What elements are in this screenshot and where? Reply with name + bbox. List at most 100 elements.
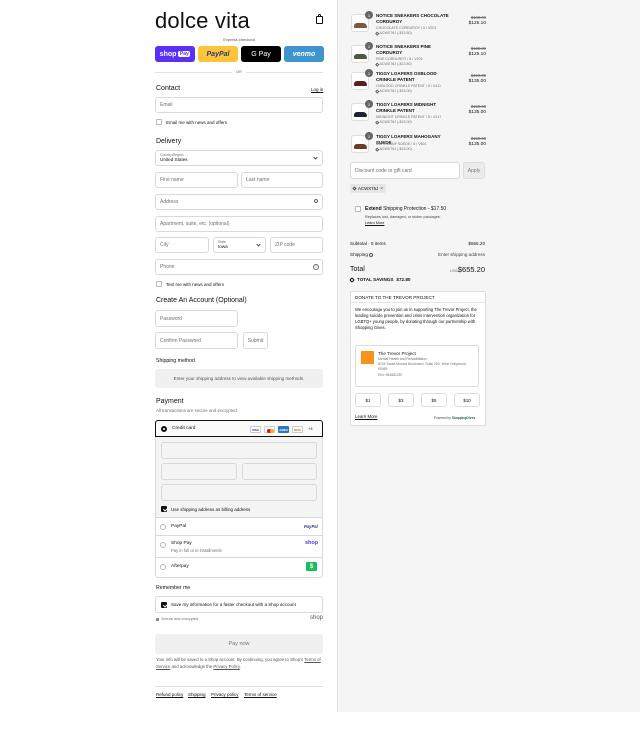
- paypal-radio[interactable]: [160, 524, 166, 530]
- product-discount: ACWX76J (-$15.00): [375, 120, 412, 124]
- original-price: $150.00: [470, 136, 486, 141]
- protection-learn-more-link[interactable]: Learn More: [365, 221, 384, 225]
- amex-icon: AMEX: [278, 426, 289, 433]
- card-name-field[interactable]: [161, 484, 317, 501]
- shop-pay-option[interactable]: Shop Pay Pay in full or in installments …: [156, 536, 322, 558]
- apartment-field[interactable]: Apartment, suite, etc. (optional): [155, 216, 323, 232]
- product-name: NOTICE SNEAKERS CHOCOLATE CORDUROY: [376, 13, 449, 24]
- donation-learn-more-link[interactable]: Learn More: [355, 414, 377, 419]
- legal-end: .: [239, 663, 241, 669]
- afterpay-option[interactable]: Afterpay $: [156, 558, 322, 577]
- charity-card[interactable]: The Trevor Project Mental Health and Reh…: [355, 345, 479, 387]
- afterpay-radio[interactable]: [160, 564, 166, 570]
- apply-discount-button[interactable]: Apply: [463, 162, 485, 179]
- discount-code-field[interactable]: Discount code or gift card: [350, 162, 460, 179]
- card-expiry-field[interactable]: [161, 463, 237, 480]
- quantity-badge: 1: [365, 69, 373, 77]
- product-variant: OXBLOOD CRINKLE PATENT / 5 / V411: [376, 84, 442, 88]
- original-price: $150.00: [470, 73, 486, 78]
- shipping-method-placeholder: Enter your shipping address to view avai…: [155, 369, 323, 388]
- close-icon[interactable]: ×: [380, 186, 383, 192]
- paypal-label: PayPal: [206, 50, 230, 58]
- first-name-field[interactable]: First name: [155, 172, 238, 188]
- refund-policy-link[interactable]: Refund policy: [156, 692, 183, 697]
- legal-line: Your info will be saved to a Shop accoun…: [156, 657, 304, 662]
- shop-pay-sub-label: Pay in full or in installments: [171, 548, 222, 553]
- visa-icon: VISA: [250, 426, 261, 433]
- card-number-field[interactable]: [161, 442, 317, 459]
- remember-box: Save my information for a faster checkou…: [155, 596, 323, 613]
- state-select[interactable]: State Iowa: [213, 237, 266, 253]
- powered-by-label: Powered by: [434, 416, 451, 420]
- cart-item: 1 TIGGY LOAFERS OXBLOOD CRINKLE PATENT OXB…: [338, 69, 498, 96]
- savings-value: $72.80: [396, 277, 411, 282]
- terms-of-service-link[interactable]: Terms of service: [244, 692, 277, 697]
- phone-field[interactable]: Phone: [155, 259, 323, 275]
- shipping-protection-checkbox[interactable]: [355, 206, 361, 212]
- country-select[interactable]: Country/Region United States: [155, 150, 323, 166]
- shipping-link[interactable]: Shipping: [188, 692, 206, 697]
- secure-label: Secure and encrypted: [161, 617, 199, 621]
- shop-pay-express-button[interactable]: shop Pay: [155, 46, 195, 62]
- footer-divider: [155, 686, 323, 687]
- google-pay-express-button[interactable]: G Pay: [241, 46, 281, 62]
- venmo-label: venmo: [292, 50, 316, 58]
- or-label: OR: [232, 69, 246, 74]
- info-icon[interactable]: [369, 252, 374, 257]
- charity-address: 8704 Santa Monica Boulevard, Suite 200, …: [378, 362, 467, 371]
- card-cvv-field[interactable]: [242, 463, 317, 480]
- sale-price: $135.00: [468, 142, 486, 147]
- address-field[interactable]: Address: [155, 194, 323, 210]
- email-news-label: Email me with news and offers: [166, 120, 227, 125]
- brand-logo[interactable]: dolce vita: [155, 8, 250, 34]
- shop-pay-radio[interactable]: [160, 542, 166, 548]
- product-thumbnail: 1: [351, 69, 373, 90]
- shop-pay-logo-icon: shop: [305, 540, 319, 546]
- email-news-checkbox[interactable]: [156, 119, 162, 125]
- save-info-checkbox[interactable]: [161, 602, 167, 608]
- donate-1-button[interactable]: $1: [355, 393, 381, 407]
- cart-bag-icon[interactable]: [316, 14, 323, 24]
- password-field[interactable]: Password: [155, 310, 238, 327]
- delivery-heading: Delivery: [156, 138, 182, 145]
- savings-label: TOTAL SAVINGS: [357, 277, 394, 282]
- total-savings: TOTAL SAVINGS $72.80: [349, 276, 411, 283]
- payment-heading: Payment: [156, 398, 184, 405]
- donate-10-button[interactable]: $10: [454, 393, 480, 407]
- shipping-label-text: Shipping: [350, 252, 368, 257]
- help-icon[interactable]: ?: [313, 264, 319, 270]
- discount-text: ACWX76J (-$15.00): [379, 120, 412, 124]
- login-link[interactable]: Log in: [311, 87, 323, 92]
- payment-subtitle: All transactions are secure and encrypte…: [156, 408, 239, 413]
- mastercard-icon: [264, 426, 275, 433]
- credit-card-radio[interactable]: [161, 426, 167, 432]
- billing-same-checkbox[interactable]: [161, 506, 167, 512]
- email-field[interactable]: Email: [155, 97, 323, 113]
- shoppinggives-logo: ShoppingGives: [451, 416, 476, 420]
- charity-name: The Trevor Project: [378, 351, 416, 356]
- shoe-image: [354, 81, 367, 86]
- venmo-express-button[interactable]: venmo: [284, 46, 324, 62]
- donate-5-button[interactable]: $5: [421, 393, 447, 407]
- pay-now-button[interactable]: Pay now: [155, 634, 323, 654]
- afterpay-logo-icon: $: [306, 562, 317, 571]
- text-news-checkbox[interactable]: [156, 281, 162, 287]
- submit-account-button[interactable]: Submit: [243, 332, 268, 349]
- last-name-field[interactable]: Last name: [241, 172, 323, 188]
- tag-icon: [375, 62, 380, 66]
- donate-3-button[interactable]: $3: [388, 393, 414, 407]
- zip-field[interactable]: ZIP code: [270, 237, 323, 253]
- checkout-form-column: dolce vita Express checkout shop Pay Pay…: [0, 0, 337, 712]
- city-field[interactable]: City: [155, 237, 209, 253]
- sale-price: $125.10: [468, 52, 486, 57]
- credit-card-option[interactable]: Credit card VISA AMEX DISC +4: [155, 420, 323, 437]
- total-value: $655.20: [457, 265, 485, 274]
- paypal-option[interactable]: PayPal PayPal: [156, 518, 322, 536]
- confirm-password-field[interactable]: Confirm Password: [155, 332, 238, 349]
- paypal-express-button[interactable]: PayPal: [198, 46, 238, 62]
- privacy-link[interactable]: Privacy Policy: [213, 664, 239, 669]
- shoe-image: [354, 112, 367, 117]
- privacy-policy-link[interactable]: Privacy policy: [211, 692, 239, 697]
- remember-heading: Remember me: [156, 585, 191, 591]
- shop-logo-icon: shop: [310, 615, 324, 621]
